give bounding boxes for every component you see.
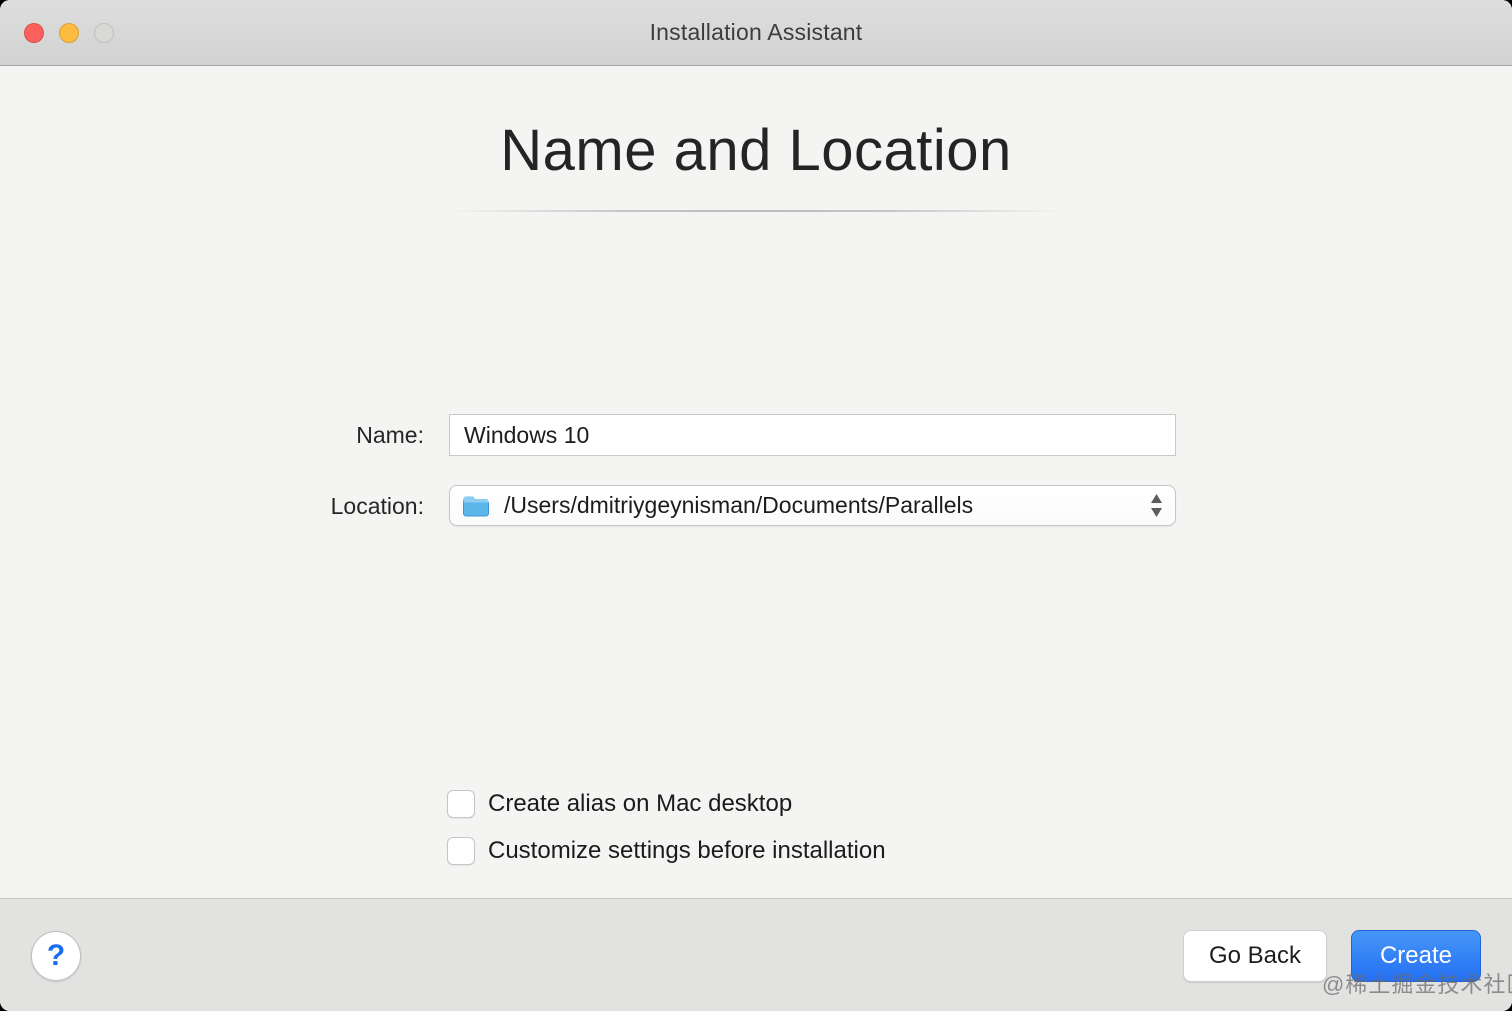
zoom-button xyxy=(94,22,114,43)
name-label: Name: xyxy=(356,422,424,448)
checkbox-box-create-alias[interactable] xyxy=(447,790,475,818)
minimize-button[interactable] xyxy=(59,22,79,43)
name-input[interactable] xyxy=(449,414,1176,456)
location-row: Location: /Users/dmitriygeynisman/Docume… xyxy=(0,485,1512,526)
location-select[interactable]: /Users/dmitriygeynisman/Documents/Parall… xyxy=(449,485,1176,526)
footer-bar: ? Go Back Create xyxy=(0,898,1512,1011)
page-title: Name and Location xyxy=(500,118,1012,183)
installation-assistant-window: Installation Assistant Name and Location… xyxy=(0,0,1512,1011)
folder-icon xyxy=(462,495,490,517)
checkbox-customize-settings[interactable]: Customize settings before installation xyxy=(447,837,886,865)
up-down-arrows-icon xyxy=(1150,494,1163,517)
titlebar: Installation Assistant xyxy=(0,0,1512,66)
checkbox-label: Create alias on Mac desktop xyxy=(488,790,793,817)
help-button[interactable]: ? xyxy=(31,931,81,981)
location-value: /Users/dmitriygeynisman/Documents/Parall… xyxy=(504,492,974,518)
traffic-lights xyxy=(24,0,114,65)
checkbox-create-alias[interactable]: Create alias on Mac desktop xyxy=(447,790,792,818)
checkbox-label: Customize settings before installation xyxy=(488,837,886,864)
go-back-button[interactable]: Go Back xyxy=(1183,930,1327,982)
watermark: @稀土掘金技术社区 xyxy=(1322,972,1512,997)
checkbox-box-customize-settings[interactable] xyxy=(447,837,475,865)
name-row: Name: xyxy=(0,414,1512,456)
content-area: Name and Location Name: Location: /Users… xyxy=(0,67,1512,898)
close-button[interactable] xyxy=(24,22,44,43)
heading-divider xyxy=(447,210,1065,212)
location-label: Location: xyxy=(330,493,424,519)
window-title: Installation Assistant xyxy=(649,19,863,45)
